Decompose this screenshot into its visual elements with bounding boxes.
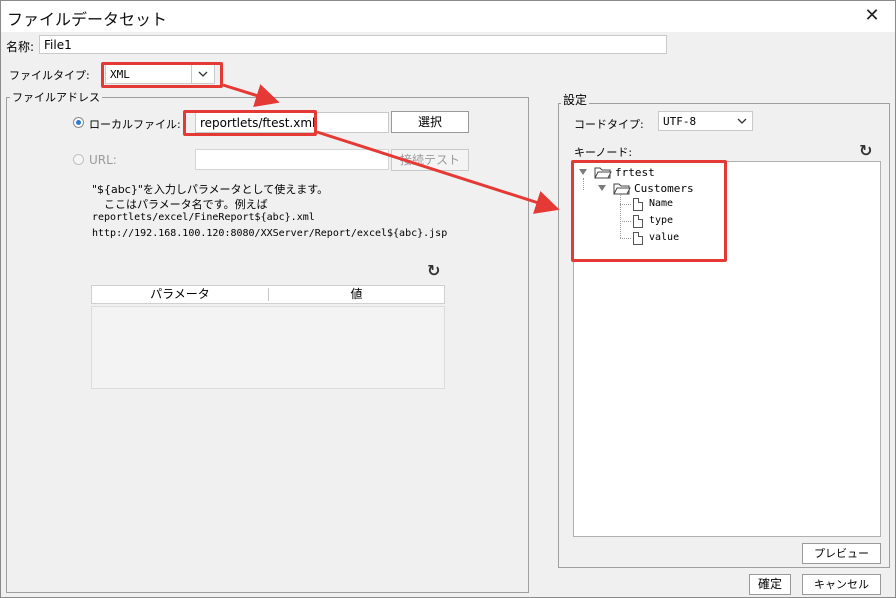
cancel-button[interactable]: キャンセル: [802, 574, 881, 595]
local-file-label: ローカルファイル:: [89, 118, 181, 131]
connection-test-button[interactable]: 接続テスト: [391, 149, 469, 171]
file-address-legend: ファイルアドレス: [10, 89, 102, 105]
key-node-label: キーノード:: [574, 146, 633, 159]
url-input[interactable]: [195, 149, 389, 170]
dialog-title: ファイルデータセット: [7, 10, 168, 29]
code-type-select[interactable]: UTF-8: [658, 111, 753, 131]
settings-legend: 設定: [561, 91, 590, 108]
name-label: 名称:: [6, 40, 35, 54]
select-button[interactable]: 選択: [391, 111, 469, 133]
annotation-box-tree: [571, 160, 727, 262]
name-input-value: File1: [44, 38, 72, 52]
url-label: URL:: [89, 153, 117, 167]
param-table-body[interactable]: [91, 306, 445, 389]
file-dataset-dialog: ファイルデータセット ✕ 名称: File1 ファイルタイプ: XML ファイル…: [0, 0, 896, 598]
url-radio[interactable]: [73, 154, 84, 165]
chevron-down-icon[interactable]: [732, 112, 752, 130]
param-table-header: パラメータ 値: [91, 285, 445, 304]
code-type-label: コードタイプ:: [574, 118, 644, 131]
local-file-radio[interactable]: [73, 117, 84, 128]
refresh-icon[interactable]: ↻: [859, 141, 872, 160]
hint-line-2: ここはパラメータ名です。例えば: [104, 198, 268, 211]
hint-line-1: "${abc}"を入力しパラメータとして使えます。: [92, 183, 329, 196]
annotation-box-file-type: [101, 62, 223, 88]
title-bar: ファイルデータセット ✕: [1, 1, 895, 32]
annotation-box-local-file: [183, 110, 317, 136]
value-column-header: 値: [350, 287, 363, 301]
ok-button[interactable]: 確定: [749, 574, 791, 595]
name-input[interactable]: File1: [39, 35, 667, 54]
code-type-value: UTF-8: [663, 115, 697, 128]
file-type-label: ファイルタイプ:: [9, 69, 90, 82]
hint-line-3: reportlets/excel/FineReport${abc}.xml: [92, 212, 315, 223]
preview-button[interactable]: プレビュー: [802, 543, 881, 564]
close-icon[interactable]: ✕: [861, 5, 883, 27]
refresh-icon[interactable]: ↻: [427, 261, 440, 280]
param-column-header: パラメータ: [150, 287, 210, 301]
hint-line-4: http://192.168.100.120:8080/XXServer/Rep…: [92, 228, 448, 239]
